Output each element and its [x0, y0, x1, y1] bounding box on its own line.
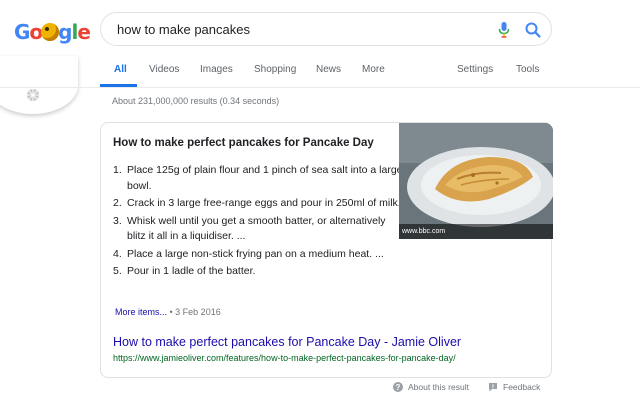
- tab-tools[interactable]: Tools: [516, 62, 539, 78]
- pancake-doodle-icon: [41, 23, 60, 41]
- svg-text:?: ?: [396, 383, 401, 392]
- image-source-caption: www.bbc.com: [399, 224, 553, 239]
- microphone-icon[interactable]: [497, 21, 511, 39]
- snippet-steps: 1. Place 125g of plain flour and 1 pinch …: [113, 163, 405, 282]
- search-tabs: All Videos Images Shopping News More Set…: [0, 62, 640, 86]
- share-icon[interactable]: [26, 88, 40, 102]
- google-doodle-logo[interactable]: Go gle: [14, 19, 91, 45]
- list-item: 5. Pour in 1 ladle of the batter.: [113, 265, 256, 277]
- list-item: 3. Whisk well until you get a smooth batt…: [113, 214, 386, 243]
- pancake-image[interactable]: www.bbc.com: [399, 123, 553, 239]
- more-items-row: More items... • 3 Feb 2016: [115, 307, 221, 317]
- tab-videos[interactable]: Videos: [149, 62, 179, 78]
- tab-images[interactable]: Images: [200, 62, 233, 78]
- pancake-photo: [399, 123, 553, 239]
- tab-shopping[interactable]: Shopping: [254, 62, 296, 78]
- list-item: 2. Crack in 3 large free-range eggs and p…: [113, 197, 401, 209]
- snippet-title: How to make perfect pancakes for Pancake…: [113, 137, 374, 149]
- tab-settings[interactable]: Settings: [457, 62, 493, 78]
- help-circle-icon: ?: [393, 382, 403, 392]
- feedback-link[interactable]: Feedback: [488, 382, 540, 392]
- about-this-result[interactable]: ? About this result: [393, 382, 469, 392]
- tab-news[interactable]: News: [316, 62, 341, 78]
- more-items-link[interactable]: More items...: [115, 307, 167, 317]
- snippet-date: • 3 Feb 2016: [167, 307, 221, 317]
- result-url: https://www.jamieoliver.com/features/how…: [113, 353, 456, 363]
- result-stats: About 231,000,000 results (0.34 seconds): [112, 96, 280, 106]
- search-icon[interactable]: [524, 21, 542, 39]
- list-item: 4. Place a large non-stick frying pan on …: [113, 247, 384, 260]
- search-input[interactable]: how to make pancakes: [117, 22, 250, 37]
- result-title-link[interactable]: How to make perfect pancakes for Pancake…: [113, 335, 461, 349]
- feedback-icon: [489, 383, 497, 392]
- tab-all[interactable]: All: [114, 62, 127, 78]
- tab-more[interactable]: More: [362, 62, 385, 78]
- header-divider: [0, 87, 640, 88]
- list-item: 1. Place 125g of plain flour and 1 pinch …: [113, 164, 403, 192]
- search-box[interactable]: how to make pancakes: [100, 12, 552, 46]
- featured-snippet: How to make perfect pancakes for Pancake…: [100, 122, 553, 378]
